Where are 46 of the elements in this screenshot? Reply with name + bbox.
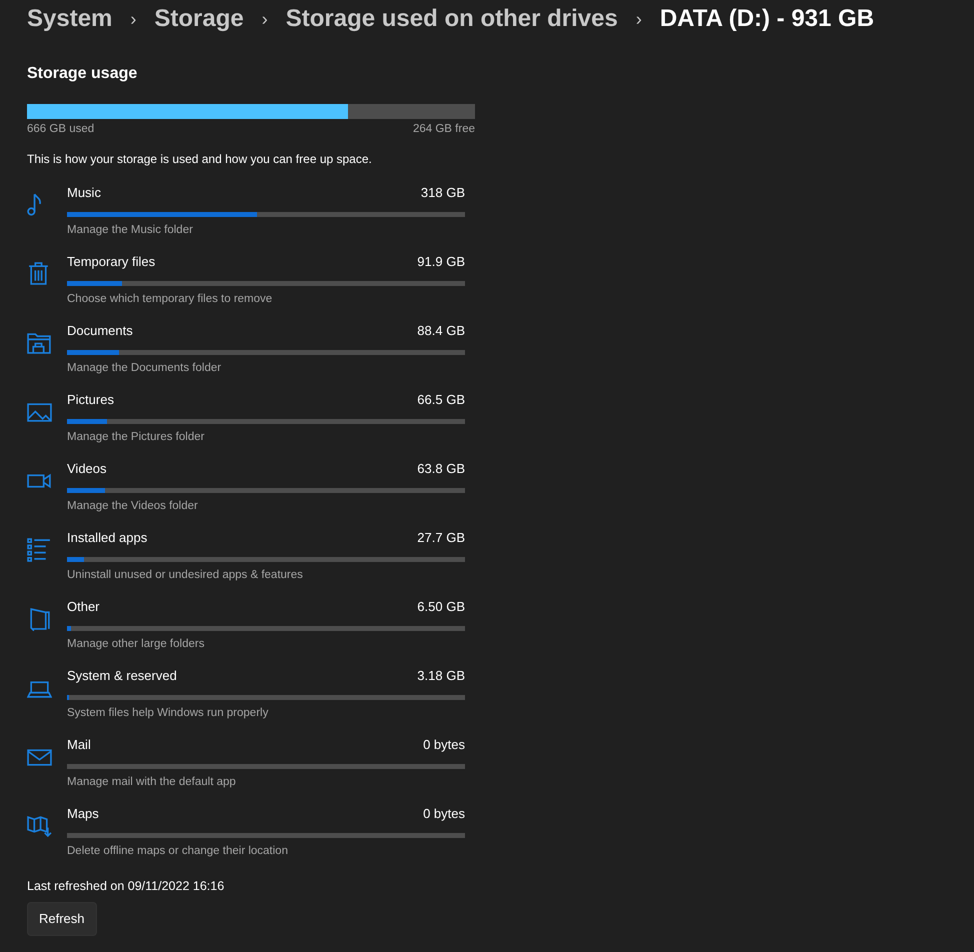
- category-name[interactable]: Maps: [67, 804, 99, 824]
- map-icon: [27, 813, 52, 838]
- used-label: 666 GB used: [27, 122, 94, 137]
- category-description: Manage the Videos folder: [67, 498, 199, 514]
- last-refreshed-text: Last refreshed on 09/11/2022 16:16: [27, 878, 226, 896]
- category-size: 0 bytes: [423, 736, 465, 754]
- category-description: Manage the Pictures folder: [67, 430, 206, 445]
- list-icon: [27, 537, 52, 562]
- breadcrumb-link[interactable]: Storage: [154, 1, 244, 37]
- breadcrumb-separator: ›: [130, 8, 136, 30]
- category-name[interactable]: Videos: [67, 459, 107, 479]
- category-description: Uninstall unused or undesired apps & features: [67, 568, 304, 583]
- category-size: 3.18 GB: [417, 667, 465, 686]
- category-name[interactable]: Mail: [67, 735, 91, 755]
- refresh-button[interactable]: Refresh: [27, 902, 97, 936]
- category-size: 88.4 GB: [417, 322, 465, 340]
- category-name[interactable]: Pictures: [67, 390, 114, 410]
- category-size: 63.8 GB: [417, 460, 465, 478]
- category-description: Delete offline maps or change their location: [67, 844, 289, 859]
- category-description: Manage the Music folder: [67, 222, 194, 238]
- breadcrumb-separator: ›: [636, 8, 642, 30]
- category-size: 91.9 GB: [417, 253, 465, 272]
- category-name[interactable]: Temporary files: [67, 252, 156, 272]
- category-name[interactable]: Installed apps: [67, 528, 148, 548]
- category-description: Manage the Documents folder: [67, 360, 222, 376]
- category-name[interactable]: Music: [67, 183, 101, 203]
- breadcrumb-link[interactable]: Storage used on other drives: [286, 1, 618, 37]
- category-description: System files help Windows run properly: [67, 706, 270, 721]
- category-description: Manage other large folders: [67, 636, 206, 652]
- section-title: Storage usage: [27, 64, 138, 84]
- free-label: 264 GB free: [412, 122, 475, 137]
- category-name[interactable]: Documents: [67, 321, 133, 341]
- breadcrumb-link[interactable]: System: [27, 1, 112, 37]
- category-size: 27.7 GB: [417, 529, 465, 548]
- category-size: 0 bytes: [423, 805, 465, 824]
- category-size: 318 GB: [420, 184, 465, 202]
- category-size: 6.50 GB: [417, 598, 465, 616]
- category-size: 66.5 GB: [417, 391, 465, 410]
- breadcrumb-current: DATA (D:) - 931 GB: [660, 4, 874, 34]
- category-description: Choose which temporary files to remove: [67, 292, 274, 307]
- category-name[interactable]: Other: [67, 597, 100, 617]
- description-text: This is how your storage is used and how you can free up space.: [27, 151, 373, 168]
- breadcrumb-separator: ›: [262, 8, 268, 30]
- music-note-icon: [27, 192, 41, 218]
- category-name[interactable]: System & reserved: [67, 666, 177, 686]
- category-description: Manage mail with the default app: [67, 774, 237, 790]
